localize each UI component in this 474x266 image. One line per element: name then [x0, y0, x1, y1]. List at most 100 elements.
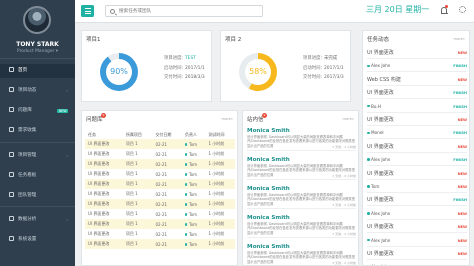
project-card-1[interactable]: 项目1 90% 项目进度: TEST 启动时间: 2017/1/1 交付时间: 201…	[81, 30, 212, 102]
status-tag: FINISH	[453, 104, 467, 109]
table-row[interactable]: UI 界面更改 项目 1 02-21 Tom 1 小时前	[85, 209, 235, 219]
message-time: 3 天前 - 4 小时前	[332, 174, 356, 178]
status-tag: NEW	[457, 238, 467, 243]
message-sender[interactable]: Monica Smith	[247, 127, 356, 135]
nav-icon	[9, 67, 14, 72]
status-tag: NEW	[457, 225, 467, 230]
nav-icon	[9, 107, 14, 112]
gear-icon[interactable]	[459, 6, 466, 13]
sidebar: TONY STARK Product Manager ▾ 首页项目动态 › 问题库 N…	[0, 0, 75, 266]
table-cell: 1 小时前	[208, 191, 225, 196]
assignee-name: Tom	[188, 241, 198, 247]
activity-item[interactable]: Bo.H FINISH	[367, 101, 467, 113]
table-row[interactable]: UI 界面更改 项目 1 02-21 Tom 1 小时前	[85, 219, 235, 229]
table-row[interactable]: UI 界面更改 项目 1 02-21 Tom 1 小时前	[85, 179, 235, 189]
column-header[interactable]: 交付日期	[152, 130, 182, 139]
sidebar-item[interactable]: 团队管理	[0, 189, 75, 203]
activity-item[interactable]: Alex John FINISH	[367, 154, 467, 167]
activity-item[interactable]: UI 界面更改 FINISH	[367, 87, 467, 100]
message-item[interactable]: Monica Smith 设计界面参照, Dashboard可以明显大量的间距查看…	[247, 214, 356, 238]
issues-panel: 问题库 9 more» 任务 所属项目 交付日期 负责人 测试时间 UI 界面更改 项目 …	[81, 110, 238, 266]
messages-more-link[interactable]: more»	[342, 117, 354, 121]
table-cell: Tom	[181, 179, 206, 189]
current-date: 三月 20日 星期一	[366, 5, 430, 14]
activity-item[interactable]: Alex JohnNEW	[367, 261, 467, 265]
activity-item[interactable]: UI 界面更改 NEW	[367, 168, 467, 180]
activity-item[interactable]: UI 界面更改 NEW	[367, 114, 467, 126]
activity-item[interactable]: Monel FINISH	[367, 127, 467, 140]
table-row[interactable]: UI 界面更改 项目 1 02-21 Tom 1 小时前	[85, 229, 235, 239]
activity-more-link[interactable]: more»	[453, 37, 465, 41]
sidebar-item[interactable]: 任务看板	[0, 169, 75, 183]
user-role-dropdown[interactable]: Product Manager ▾	[0, 49, 75, 54]
table-cell: 项目 1	[122, 219, 153, 229]
user-name: TONY STARK	[16, 41, 59, 48]
activity-item[interactable]: Web CSS 构建 NEW	[367, 74, 467, 86]
assignee-name: Tom	[188, 141, 198, 147]
activity-item[interactable]: Alex JohnNEW	[367, 235, 467, 247]
status-tag: FINISH	[453, 158, 467, 163]
table-cell: Tom	[181, 199, 206, 209]
activity-item[interactable]: Alex John NEW	[367, 208, 467, 220]
message-sender[interactable]: Monica Smith	[247, 243, 356, 251]
status-tag: NEW	[457, 211, 467, 216]
search-input[interactable]	[119, 8, 259, 15]
sidebar-item[interactable]: 首页	[0, 64, 75, 78]
top-bar: 三月 20日 星期一	[75, 0, 474, 23]
message-sender[interactable]: Monica Smith	[247, 185, 356, 193]
search-box[interactable]	[105, 5, 263, 17]
activity-item[interactable]: Tom NEW	[367, 181, 467, 193]
column-header[interactable]: 任务	[85, 130, 123, 139]
sidebar-item[interactable]: 项目动态 ›	[0, 84, 75, 98]
message-item[interactable]: Monica Smith 设计界面参照, Dashboard可以明显大量的间距查看…	[247, 185, 356, 209]
message-sender[interactable]: Monica Smith	[247, 214, 356, 222]
user-dot	[367, 185, 370, 188]
user-avatar[interactable]	[23, 6, 51, 34]
messages-panel: 站内信 9 more» Monica Smith 设计界面参照, Dashboar…	[242, 110, 359, 266]
table-cell: UI 界面更改	[85, 239, 123, 249]
sidebar-item-label: 首页	[18, 68, 28, 73]
message-item[interactable]: Monica Smith 设计界面参照, Dashboard可以明显大量的间距查看…	[247, 243, 356, 265]
activity-item[interactable]: UI 界面更改 NEW	[367, 141, 467, 153]
message-sender[interactable]: Monica Smith	[247, 156, 356, 164]
message-item[interactable]: Monica Smith 设计界面参照, Dashboard可以明显大量的间距查看…	[247, 156, 356, 180]
activity-item[interactable]: UI 界面更改 NEW	[367, 47, 467, 59]
table-row[interactable]: UI 界面更改 项目 1 02-21 Tom 1 小时前	[85, 169, 235, 179]
project-title: 项目1	[86, 37, 101, 43]
table-cell: 项目 1	[125, 171, 138, 176]
info-value: 2017/1/1	[324, 65, 344, 71]
sidebar-item[interactable]: 数据分析 ›	[0, 213, 75, 227]
assignee-dot	[184, 213, 188, 216]
sidebar-item[interactable]: 系统设置	[0, 233, 75, 247]
activity-item[interactable]: UI 界面更改 FINISH	[367, 194, 467, 207]
activity-text: Alex John	[371, 210, 391, 216]
table-cell: 项目 1	[122, 179, 153, 189]
table-row[interactable]: UI 界面更改 项目 1 02-21 Tom 1 小时前	[85, 189, 235, 199]
sidebar-item[interactable]: 问题库 NEW	[0, 104, 75, 118]
table-row[interactable]: UI 界面更改 项目 1 02-21 Tom 1 小时前	[85, 159, 235, 169]
column-header[interactable]: 负责人	[182, 130, 205, 139]
table-cell: 02-21	[152, 159, 182, 169]
issues-table-wrap: 任务 所属项目 交付日期 负责人 测试时间 UI 界面更改 项目 1 02-21 Tom 1 小…	[85, 130, 235, 249]
column-header[interactable]: 测试时间	[205, 130, 235, 139]
project-card-2[interactable]: 项目 2 58% 项目进度: 未完成 启动时间: 2017/1/1 交付时间: 201…	[220, 30, 351, 102]
user-dot	[367, 212, 370, 215]
issues-more-link[interactable]: more»	[221, 117, 233, 121]
issues-table: 任务 所属项目 交付日期 负责人 测试时间 UI 界面更改 项目 1 02-21 Tom 1 小…	[85, 130, 235, 249]
table-row[interactable]: UI 界面更改 项目 1 02-21 Tom 1 小时前	[85, 149, 235, 159]
table-row[interactable]: UI 界面更改 项目 1 02-21 Tom 1 小时前	[85, 199, 235, 209]
table-row[interactable]: UI 界面更改 项目 1 02-21 Tom 1 小时前	[85, 139, 235, 149]
messages-badge: 9	[262, 113, 267, 118]
menu-toggle-button[interactable]	[81, 5, 94, 17]
table-row[interactable]: UI 界面更改 项目 1 02-21 Tom 1 小时前	[85, 239, 235, 249]
assignee-name: Tom	[188, 201, 198, 207]
message-item[interactable]: Monica Smith 设计界面参照, Dashboard可以明显大量的间距查看…	[247, 127, 356, 151]
activity-item[interactable]: UI 界面更改 NEW	[367, 248, 467, 260]
nav-icon	[9, 152, 14, 157]
sidebar-item[interactable]: 需求收集	[0, 124, 75, 138]
status-tag: NEW	[457, 51, 467, 55]
activity-item[interactable]: Alex John FINISH	[367, 60, 467, 73]
sidebar-item[interactable]: 项目管理 ›	[0, 149, 75, 163]
activity-item[interactable]: UI 界面更改 NEW	[367, 221, 467, 234]
column-header[interactable]: 所属项目	[123, 130, 153, 139]
